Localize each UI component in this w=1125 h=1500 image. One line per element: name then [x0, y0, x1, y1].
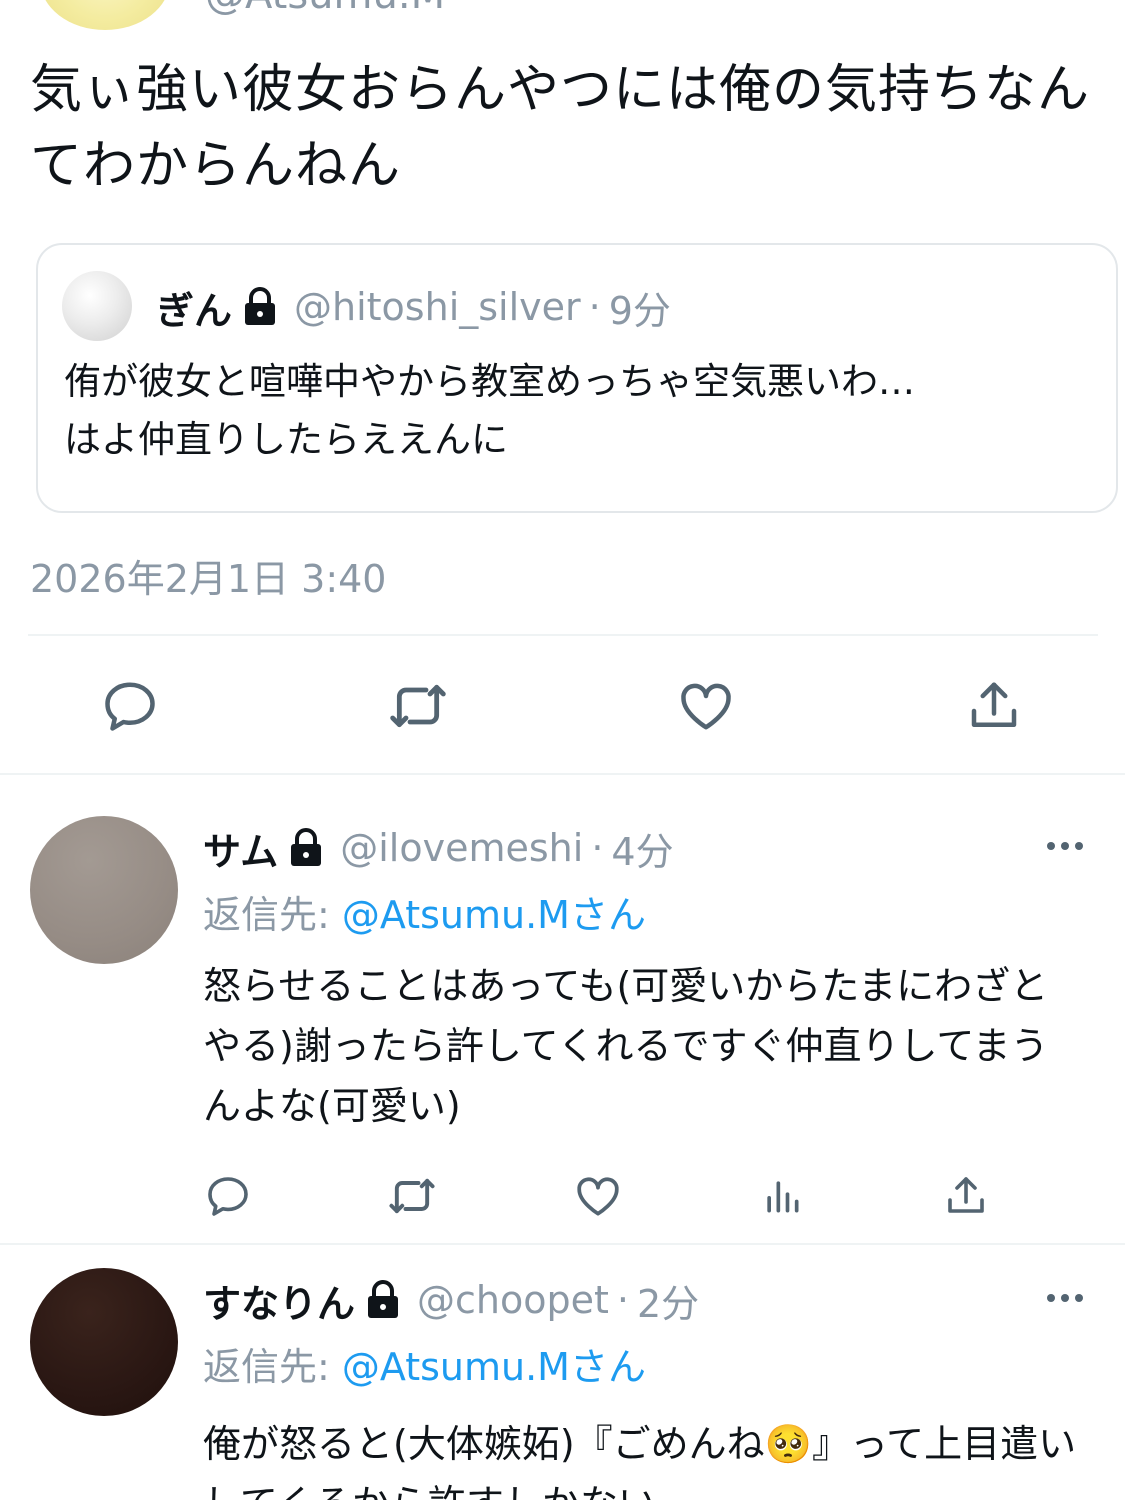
divider [0, 1243, 1125, 1245]
reply-author-avatar[interactable] [30, 816, 178, 964]
reply-icon[interactable] [198, 1166, 258, 1226]
reply-text: 怒らせることはあっても(可愛いからたまにわざとやる)謝ったら許してくれるですぐ仲… [203, 964, 1049, 1128]
share-icon[interactable] [956, 668, 1032, 744]
reply-icon[interactable] [92, 668, 168, 744]
retweet-icon[interactable] [380, 668, 456, 744]
more-options-icon[interactable] [1035, 1268, 1095, 1328]
separator-dot: · [588, 285, 601, 329]
like-icon[interactable] [668, 668, 744, 744]
quoted-tweet-time: 9分 [608, 288, 671, 333]
separator-dot: · [616, 1278, 629, 1322]
quoted-tweet-text: 侑が彼女と喧嘩中やから教室めっちゃ空気悪いわ… はよ仲直りしたらええんに [64, 360, 915, 461]
reply-author-handle[interactable]: @ilovemeshi [340, 826, 583, 870]
tweet-timestamp[interactable]: 2026年2月1日 3:40 [30, 548, 386, 603]
divider [28, 634, 1098, 636]
retweet-icon[interactable] [382, 1166, 442, 1226]
reply-author-handle[interactable]: @choopet [417, 1278, 609, 1322]
reply-header: すなりん @choopet · 2分 [203, 1270, 699, 1330]
reply-header: サム @ilovemeshi · 4分 [203, 818, 674, 878]
reply-to-line: 返信先: @Atsumu.Mさん [203, 884, 646, 939]
lock-icon [242, 287, 278, 327]
quoted-author-avatar [62, 271, 132, 341]
more-options-icon[interactable] [1035, 816, 1095, 876]
reply-time: 4分 [611, 829, 674, 874]
quoted-tweet-card[interactable]: ぎん @hitoshi_silver · 9分 侑が彼女と喧嘩中やから教室めっち… [36, 243, 1118, 513]
lock-icon [365, 1280, 401, 1320]
reply-author-name[interactable]: すなりん [203, 1273, 355, 1328]
like-icon[interactable] [568, 1166, 628, 1226]
divider [0, 773, 1125, 775]
quoted-author-name: ぎん [156, 288, 233, 333]
author-handle[interactable]: @Atsumu.M [205, 0, 445, 18]
reply-text: 俺が怒ると(大体嫉妬)『ごめんね🥺』って上目遣いしてくるから許すしかない [203, 1422, 1077, 1500]
quoted-author-handle: @hitoshi_silver [294, 285, 581, 329]
analytics-icon[interactable] [752, 1166, 812, 1226]
reply-author-avatar[interactable] [30, 1268, 178, 1416]
quoted-tweet-header: ぎん @hitoshi_silver · 9分 [156, 279, 671, 335]
lock-icon [288, 828, 324, 868]
reply-to-label: 返信先: [203, 1345, 342, 1389]
reply-author-name[interactable]: サム [203, 821, 278, 876]
tweet-text: 気ぃ強い彼女おらんやつには俺の気持ちなんてわからんねん [30, 60, 1091, 196]
reply-to-mention[interactable]: @Atsumu.Mさん [342, 893, 646, 937]
author-avatar[interactable] [40, 0, 170, 30]
reply-to-line: 返信先: @Atsumu.Mさん [203, 1336, 646, 1391]
tweet-detail-page: @Atsumu.M 気ぃ強い彼女おらんやつには俺の気持ちなんてわからんねん ぎん… [0, 0, 1125, 1500]
reply-action-bar [0, 1166, 1125, 1226]
tweet-action-bar [0, 668, 1125, 744]
share-icon[interactable] [936, 1166, 996, 1226]
reply-to-label: 返信先: [203, 893, 342, 937]
reply-time: 2分 [636, 1281, 700, 1326]
separator-dot: · [591, 826, 604, 870]
reply-to-mention[interactable]: @Atsumu.Mさん [342, 1345, 646, 1389]
